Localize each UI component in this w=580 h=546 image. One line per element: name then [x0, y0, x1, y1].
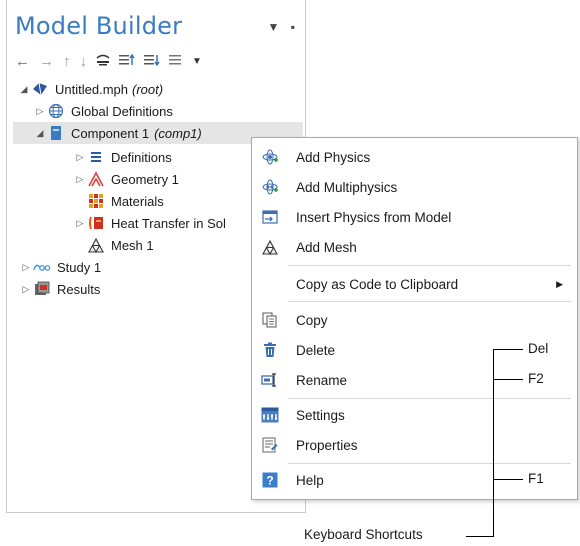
callout-line-delete: [493, 349, 523, 351]
tree-item-geometry[interactable]: ▷ Geometry 1: [73, 168, 179, 190]
callout-line-rename: [493, 379, 523, 381]
menu-item-properties[interactable]: Properties: [252, 432, 577, 458]
menu-item-label: Insert Physics from Model: [296, 209, 452, 225]
add-physics-icon: [261, 148, 279, 166]
materials-icon: [87, 193, 105, 209]
menu-item-label: Rename: [296, 372, 348, 388]
panel-title: Model Builder: [15, 12, 183, 40]
tree-item-materials[interactable]: Materials: [87, 190, 164, 212]
panel-menu-icon[interactable]: ▼: [268, 20, 280, 34]
tree-item-label: Materials: [111, 193, 164, 209]
menu-item-add-mesh[interactable]: Add Mesh: [252, 234, 577, 260]
mesh-icon: [87, 237, 105, 253]
menu-item-add-multiphysics[interactable]: Add Multiphysics: [252, 174, 577, 200]
svg-text:?: ?: [266, 474, 273, 488]
panel-header-controls: ▼ ▪: [268, 20, 296, 34]
tree-item-global-definitions[interactable]: ▷ Global Definitions: [33, 100, 173, 122]
menu-item-label: Copy: [296, 312, 328, 328]
model-file-icon: [31, 81, 49, 97]
results-icon: [33, 281, 51, 297]
callout-line-vertical: [493, 349, 495, 537]
menu-item-copy[interactable]: Copy: [252, 307, 577, 333]
tree-item-tag: (comp1): [154, 125, 202, 141]
menu-item-label: Properties: [296, 437, 358, 453]
context-menu: Add Physics Add Multiphysics Insert Phys…: [251, 137, 578, 500]
menu-item-label: Copy as Code to Clipboard: [296, 276, 459, 292]
heat-transfer-icon: [87, 215, 105, 231]
menu-separator: [288, 398, 571, 399]
globe-icon: [47, 103, 65, 119]
down-arrow-icon[interactable]: ↓: [80, 53, 88, 70]
tree-item-root[interactable]: ◢ Untitled.mph (root): [17, 78, 164, 100]
collapsed-arrow-icon[interactable]: ▷: [33, 106, 47, 117]
menu-item-label: Delete: [296, 342, 336, 358]
add-multiphysics-icon: [261, 178, 279, 196]
properties-icon: [261, 436, 279, 454]
tree-item-heat-transfer[interactable]: ▷ Heat Transfer in Sol: [73, 212, 226, 234]
menu-item-label: Settings: [296, 407, 345, 423]
tree-item-tag: (root): [131, 81, 164, 97]
geometry-icon: [87, 171, 105, 187]
up-arrow-icon[interactable]: ↑: [63, 53, 71, 70]
tree-item-label: Geometry 1: [111, 171, 179, 187]
add-mesh-icon: [261, 238, 279, 256]
callout-line-label: [466, 536, 494, 538]
tree-item-results[interactable]: ▷ Results: [19, 278, 101, 300]
menu-item-settings[interactable]: Settings: [252, 402, 577, 428]
model-builder-toolbar: ← → ↑ ↓ ▼: [15, 52, 202, 70]
settings-icon: [261, 406, 279, 424]
expanded-arrow-icon[interactable]: ◢: [17, 84, 31, 95]
menu-item-label: Add Physics: [296, 149, 371, 165]
menu-separator: [288, 301, 571, 302]
show-icon[interactable]: [96, 54, 110, 69]
right-arrow-icon[interactable]: →: [39, 53, 54, 70]
tree-item-label: Global Definitions: [71, 103, 173, 119]
menu-item-copy-as-code[interactable]: Copy as Code to Clipboard ▶: [252, 271, 577, 297]
menu-item-label: Add Multiphysics: [296, 179, 398, 195]
collapsed-arrow-icon[interactable]: ▷: [19, 262, 33, 273]
collapse-icon[interactable]: [119, 53, 135, 70]
tree-item-label: Mesh 1: [111, 237, 154, 253]
tree-item-label: Definitions: [111, 149, 172, 165]
rename-icon: [261, 371, 279, 389]
copy-icon: [261, 311, 279, 329]
menu-item-label: Add Mesh: [296, 239, 357, 255]
help-icon: ?: [261, 471, 279, 489]
tree-item-label: Heat Transfer in Sol: [111, 215, 226, 231]
trash-icon: [261, 341, 279, 359]
tree-item-label: Results: [57, 281, 101, 297]
shortcut-help: F1: [528, 471, 544, 486]
menu-item-insert-physics[interactable]: Insert Physics from Model: [252, 204, 577, 230]
collapsed-arrow-icon[interactable]: ▷: [73, 174, 87, 185]
submenu-arrow-icon: ▶: [556, 278, 563, 289]
collapsed-arrow-icon[interactable]: ▷: [73, 218, 87, 229]
collapsed-arrow-icon[interactable]: ▷: [19, 284, 33, 295]
expand-icon[interactable]: [144, 53, 160, 70]
menu-item-label: Help: [296, 472, 324, 488]
tree-item-study[interactable]: ▷ Study 1: [19, 256, 102, 278]
component-icon: [47, 125, 65, 141]
callout-line-help: [493, 479, 523, 481]
dropdown-icon[interactable]: ▼: [192, 56, 202, 67]
left-arrow-icon[interactable]: ←: [15, 53, 30, 70]
tree-item-mesh[interactable]: Mesh 1: [87, 234, 154, 256]
pin-icon[interactable]: ▪: [291, 20, 295, 34]
tree-item-label: Untitled.mph: [55, 81, 128, 97]
shortcut-delete: Del: [528, 341, 549, 356]
shortcut-rename: F2: [528, 371, 544, 386]
collapsed-arrow-icon[interactable]: ▷: [73, 152, 87, 163]
menu-item-add-physics[interactable]: Add Physics: [252, 144, 577, 170]
tree-item-definitions[interactable]: ▷ Definitions: [73, 146, 172, 168]
keyboard-shortcuts-label: Keyboard Shortcuts: [304, 527, 423, 542]
list-icon[interactable]: [169, 53, 183, 70]
definitions-icon: [87, 149, 105, 165]
insert-physics-icon: [261, 208, 279, 226]
study-icon: [33, 259, 51, 275]
menu-separator: [288, 463, 571, 464]
menu-separator: [288, 265, 571, 266]
tree-item-label: Study 1: [57, 259, 102, 275]
expanded-arrow-icon[interactable]: ◢: [33, 128, 47, 139]
tree-item-label: Component 1: [71, 125, 150, 141]
